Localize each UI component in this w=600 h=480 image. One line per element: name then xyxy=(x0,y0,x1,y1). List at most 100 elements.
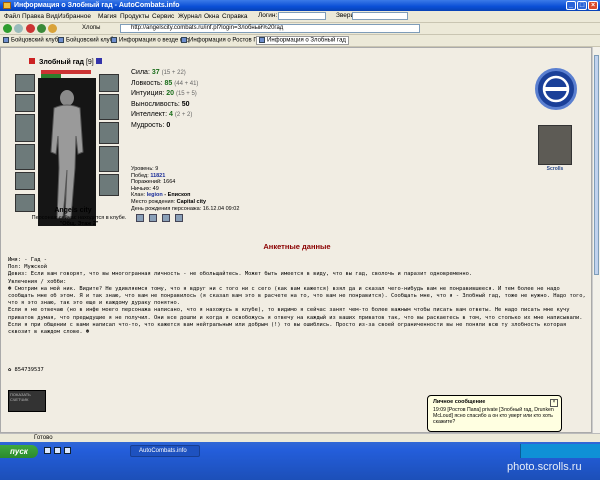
bookmark-icon xyxy=(58,37,64,43)
forward-icon[interactable] xyxy=(14,24,23,33)
bookmark-fightclub-1[interactable]: Бойцовский клуб xyxy=(3,37,58,44)
room-name: "Общ. Этаж 2" xyxy=(59,221,99,227)
maximize-button[interactable]: □ xyxy=(577,1,587,10)
bio-hobbies-text: ☻ Смотрим на мой ник. Видите? Не удивляе… xyxy=(8,285,586,307)
info-birthplace: Место рождения: Capital city xyxy=(131,198,206,205)
stat-wisdom: Мудрость: 0 xyxy=(131,121,171,129)
item-slot-gloves[interactable] xyxy=(15,194,35,212)
warrior-figure-icon xyxy=(50,90,84,219)
scroll-emblem-icon[interactable] xyxy=(538,125,572,165)
menu-history[interactable]: Журнал xyxy=(178,13,202,20)
menu-edit[interactable]: Правка xyxy=(22,13,44,20)
stat-endurance: Выносливость: 50 xyxy=(131,100,190,108)
info-level: Уровень: 9 xyxy=(131,166,159,172)
quicklaunch-icon[interactable] xyxy=(64,447,71,454)
balloon-close-icon[interactable]: × xyxy=(550,399,558,407)
menu-file[interactable]: Файл xyxy=(4,13,20,20)
clan-logo-icon[interactable] xyxy=(535,68,577,110)
bookmark-icon xyxy=(3,37,9,43)
character-city: Angels city xyxy=(54,207,92,214)
vertical-scrollbar[interactable] xyxy=(592,47,600,433)
alignment-icon xyxy=(29,58,35,64)
bookmark-info-2[interactable]: Информация о Ростов Папа xyxy=(181,37,268,44)
item-slot-shield[interactable] xyxy=(99,94,119,120)
item-slot-weapon[interactable] xyxy=(15,114,35,142)
bio-motto: Девиз: Если вам говорят, что вы многогра… xyxy=(8,271,473,278)
badge-icon[interactable] xyxy=(149,214,157,222)
stat-intellect: Интеллект: 4 (2 + 2) xyxy=(131,111,193,118)
address-input[interactable]: http://angelscity.combats.ru/inf.pl?logi… xyxy=(120,24,420,33)
login-input[interactable] xyxy=(278,12,326,20)
item-slot-amulet[interactable] xyxy=(15,94,35,112)
address-toolbar: Хлопы http://angelscity.combats.ru/inf.p… xyxy=(0,23,600,35)
menu-windows[interactable]: Окна xyxy=(204,13,219,20)
bio-block: Имя: - Гад - Пол: Мужской Девиз: Если ва… xyxy=(8,257,588,336)
login-label: Логин: xyxy=(258,12,278,19)
badge-icon[interactable] xyxy=(175,214,183,222)
character-name: Злобный гад [9] xyxy=(29,58,102,66)
stat-intuition: Интуиция: 20 (15 + 5) xyxy=(131,90,197,97)
close-button[interactable]: × xyxy=(588,1,598,10)
item-slot-boots[interactable] xyxy=(99,174,119,196)
quicklaunch-icon[interactable] xyxy=(54,447,61,454)
page-content: Злобный гад [9] Angels city Персонаж сей… xyxy=(0,47,592,433)
bookmark-fightclub-2[interactable]: Бойцовский клуб xyxy=(58,37,113,44)
info-birthday: День рождения персонажа: 16.12.04 09:02 xyxy=(131,205,240,212)
window-title-bar: Информация о Злобный гад - AutoCombats.i… xyxy=(0,0,600,11)
menu-help[interactable]: Справка xyxy=(222,13,248,20)
info-icon[interactable] xyxy=(95,58,102,64)
balloon-text: 19:09 [Ростов Папа] private [Злобный гад… xyxy=(433,407,554,425)
menu-view[interactable]: Вид xyxy=(46,13,58,20)
stop-icon[interactable] xyxy=(26,24,35,33)
refresh-icon[interactable] xyxy=(37,24,46,33)
bio-hobbies-title: Увлечения / хобби: xyxy=(8,278,67,285)
info-block: Уровень: 9 Побед: 11821 Поражений: 1664 … xyxy=(131,166,239,212)
badge-icon[interactable] xyxy=(136,214,144,222)
info-losses: Поражений: 1664 xyxy=(131,179,176,186)
item-slot-bracers[interactable] xyxy=(99,122,119,144)
balloon-title: Личное сообщение xyxy=(433,399,486,405)
character-figure xyxy=(38,78,96,226)
menu-magic[interactable]: Магия xyxy=(98,13,117,20)
badges-row xyxy=(136,214,183,222)
bookmark-icon xyxy=(259,37,265,43)
menu-products[interactable]: Продукты xyxy=(120,13,149,20)
beasts-select[interactable] xyxy=(352,12,408,20)
section-title: Анкетные данные xyxy=(263,242,331,251)
item-slot-belt[interactable] xyxy=(15,172,35,190)
stat-strength: Сила: 37 (15 + 22) xyxy=(131,69,186,76)
scrollbar-thumb[interactable] xyxy=(594,55,599,275)
menu-favorites[interactable]: Избранное xyxy=(58,13,91,20)
clan-link[interactable]: legion xyxy=(147,192,163,198)
hlopy-button[interactable]: Хлопы xyxy=(82,25,100,31)
item-slot-armor[interactable] xyxy=(15,144,35,170)
bio-paragraph-2: Если я не отвечаю (но в инфе моего персо… xyxy=(8,307,583,321)
scroll-label[interactable]: Scrolls xyxy=(535,166,575,172)
bookmark-info-1[interactable]: Информация о везде код xyxy=(111,37,189,44)
stat-agility: Ловкость: 85 (44 + 41) xyxy=(131,79,199,87)
counter-banner[interactable]: ПОКАЗАТЬ СЧЕТЧИК xyxy=(8,390,46,412)
menu-tools[interactable]: Сервис xyxy=(152,13,174,20)
bookmark-info-active[interactable]: Информация о Злобный гад xyxy=(256,36,349,45)
info-draws: Ничьих: 49 xyxy=(131,185,159,192)
home-icon[interactable] xyxy=(48,24,57,33)
system-tray xyxy=(520,444,600,458)
minimize-button[interactable]: _ xyxy=(566,1,576,10)
back-icon[interactable] xyxy=(3,24,12,33)
info-clan: Клан: legion - Епископ xyxy=(131,192,191,199)
taskbar-item-browser[interactable]: AutoCombats.info xyxy=(130,445,200,457)
menu-bar: Файл Правка Вид Избранное Магия Продукты… xyxy=(0,11,600,23)
watermark-text: photo.scrolls.ru xyxy=(507,461,582,473)
badge-icon[interactable] xyxy=(162,214,170,222)
item-slot-helmet[interactable] xyxy=(15,74,35,92)
item-slot-legs[interactable] xyxy=(99,146,119,172)
notification-balloon[interactable]: Личное сообщение 19:09 [Ростов Папа] pri… xyxy=(427,395,562,432)
bio-paragraph-3: Если я при общении с вами написал что-то… xyxy=(8,321,567,336)
start-button[interactable]: пуск xyxy=(0,445,38,458)
window-title: Информация о Злобный гад - AutoCombats.i… xyxy=(14,2,180,9)
item-slot-earrings[interactable] xyxy=(99,74,119,92)
stats-block: Сила: 37 (15 + 22) Ловкость: 85 (44 + 41… xyxy=(131,68,198,131)
bookmark-icon xyxy=(181,37,187,43)
quicklaunch-icon[interactable] xyxy=(44,447,51,454)
bookmark-icon xyxy=(111,37,117,43)
